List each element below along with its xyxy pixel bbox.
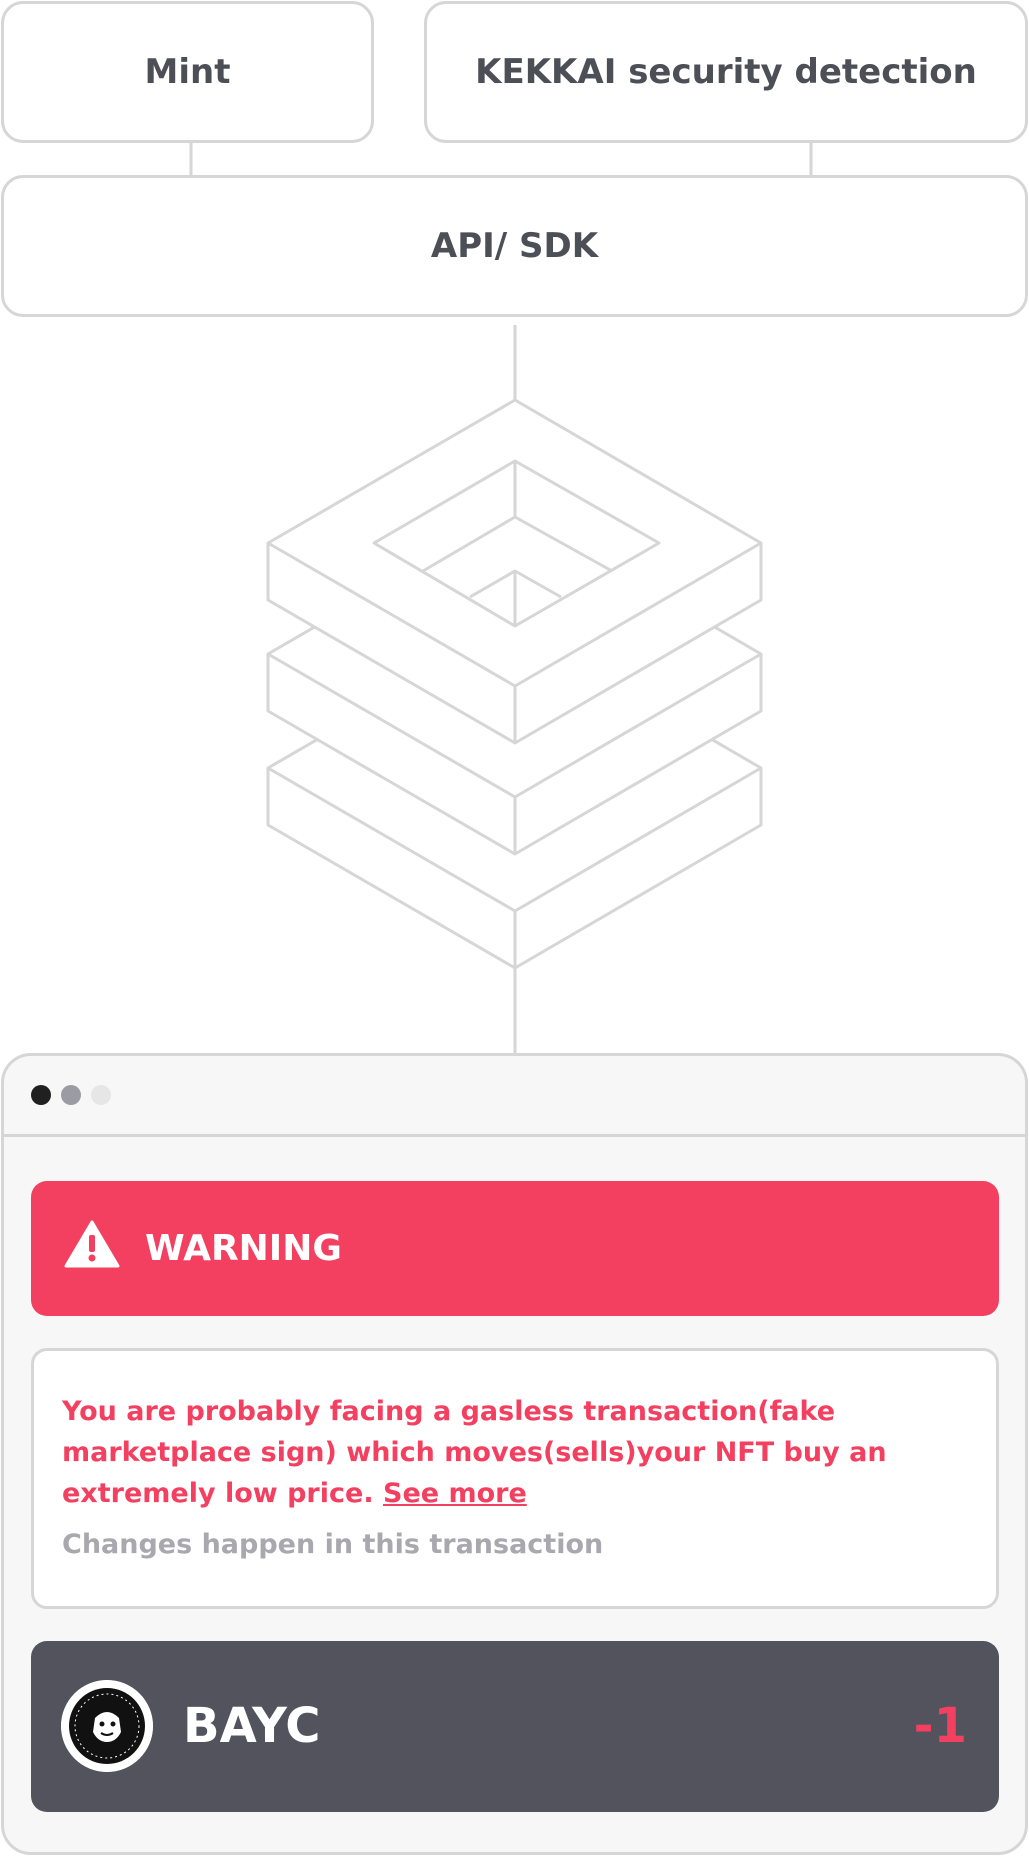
warning-message-card: You are probably facing a gasless transa…: [31, 1348, 999, 1609]
nft-name: BAYC: [183, 1698, 321, 1754]
nft-change-row: BAYC -1: [31, 1641, 999, 1812]
mint-node-label: Mint: [144, 52, 231, 92]
window-dot-minimize[interactable]: [61, 1085, 81, 1105]
connector-diagram: [189, 143, 813, 1053]
stacked-layers-icon: [266, 398, 763, 970]
api-sdk-node: API/ SDK: [1, 175, 1028, 317]
changes-label: Changes happen in this transaction: [62, 1529, 604, 1560]
warning-label: WARNING: [145, 1228, 342, 1269]
warning-banner: WARNING: [31, 1181, 999, 1316]
warning-triangle-icon: [64, 1220, 120, 1268]
mint-node: Mint: [1, 1, 374, 143]
see-more-link[interactable]: See more: [383, 1478, 527, 1509]
kekkai-node-label: KEKKAI security detection: [475, 52, 977, 92]
wallet-window: WARNING You are probably facing a gasles…: [1, 1053, 1028, 1855]
kekkai-security-node: KEKKAI security detection: [424, 1, 1028, 143]
warning-message: You are probably facing a gasless transa…: [62, 1391, 942, 1514]
bayc-logo-icon: [61, 1680, 153, 1772]
nft-amount: -1: [913, 1698, 967, 1754]
api-sdk-node-label: API/ SDK: [430, 226, 599, 266]
window-dot-maximize[interactable]: [91, 1085, 111, 1105]
window-titlebar: [4, 1056, 1025, 1137]
window-dot-close[interactable]: [31, 1085, 51, 1105]
